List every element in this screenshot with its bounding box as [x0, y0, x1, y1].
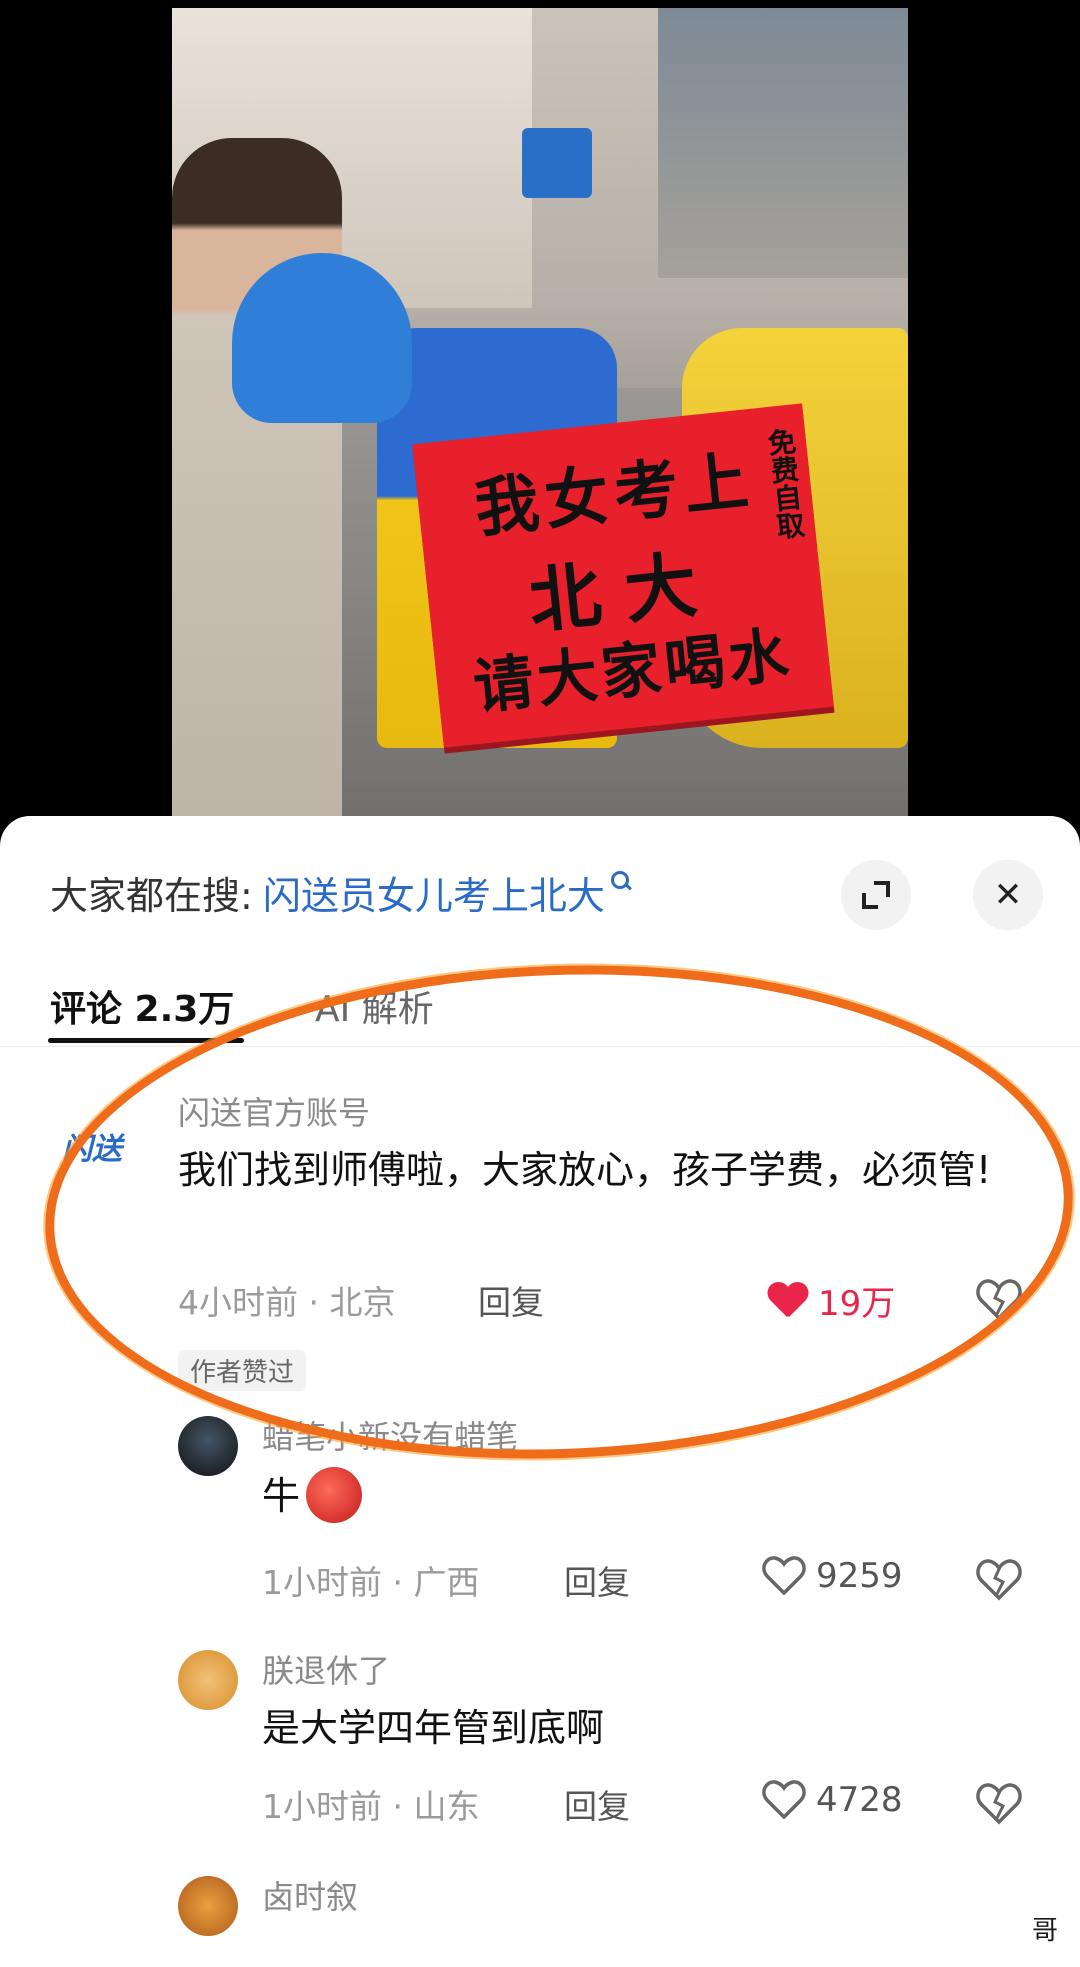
comment-time-location: 4小时前 · 北京: [178, 1283, 396, 1322]
comment-text: 牛: [262, 1466, 363, 1527]
background-building-right: [658, 8, 908, 278]
like-button[interactable]: 4728: [762, 1780, 903, 1820]
like-count: 4728: [816, 1780, 903, 1820]
like-count: 19万: [818, 1284, 896, 1324]
tab-bar: 评论 2.3万 AI 解析: [0, 966, 1080, 1047]
search-prefix: 大家都在搜:: [50, 873, 253, 918]
close-icon: ✕: [993, 875, 1023, 915]
tab-comments[interactable]: 评论 2.3万: [50, 980, 234, 1032]
avatar[interactable]: 闪送: [62, 1126, 158, 1166]
search-term-link[interactable]: 闪送员女儿考上北大: [263, 865, 605, 920]
reply-button[interactable]: 回复: [564, 1556, 630, 1604]
heart-icon: [762, 1556, 806, 1596]
comment-username[interactable]: 卤时叙: [262, 1872, 358, 1918]
courier-helmet: [232, 253, 412, 423]
comment-text: 我们找到师傅啦，大家放心，孩子学费，必须管!: [178, 1148, 992, 1192]
avatar[interactable]: [178, 1876, 238, 1936]
expand-icon: [862, 881, 890, 909]
expand-button[interactable]: [841, 860, 911, 930]
video-frame[interactable]: 我女考上 北大 请大家喝水 免费自取: [172, 8, 908, 848]
active-tab-indicator: [48, 1038, 244, 1043]
comment-time-location: 1小时前 · 广西: [262, 1563, 480, 1602]
heart-icon: [768, 1283, 808, 1319]
comment-time-location: 1小时前 · 山东: [262, 1787, 480, 1826]
like-button[interactable]: 19万: [768, 1276, 895, 1325]
comment-username[interactable]: 蜡笔小新没有蜡笔: [262, 1412, 518, 1458]
reply-button[interactable]: 回复: [564, 1780, 630, 1828]
reply-button[interactable]: 回复: [478, 1276, 544, 1324]
delivery-box-sign: 我女考上 北大 请大家喝水 免费自取: [412, 403, 834, 748]
like-count: 9259: [816, 1556, 903, 1596]
heart-icon: [762, 1780, 806, 1820]
brand-logo: 闪送: [62, 1132, 122, 1166]
search-suggestion[interactable]: 大家都在搜: 闪送员女儿考上北大: [50, 862, 632, 922]
dislike-icon[interactable]: [976, 1782, 1022, 1826]
search-icon: [609, 869, 632, 895]
comment-username[interactable]: 闪送官方账号: [178, 1088, 370, 1134]
comment-username[interactable]: 朕退休了: [262, 1646, 390, 1692]
bystander: [172, 138, 342, 848]
watermark: 哥: [1031, 1916, 1058, 1946]
close-button[interactable]: ✕: [973, 860, 1043, 930]
author-liked-badge: 作者赞过: [178, 1350, 307, 1391]
comment-text: 是大学四年管到底啊: [262, 1706, 605, 1750]
comment-text-content: 牛: [262, 1474, 301, 1518]
dislike-icon[interactable]: [976, 1278, 1022, 1322]
bank-sign: [522, 128, 592, 198]
avatar[interactable]: [178, 1416, 238, 1476]
dislike-icon[interactable]: [976, 1558, 1022, 1602]
avatar[interactable]: [178, 1650, 238, 1710]
basketball-emoji-icon: [306, 1466, 363, 1523]
tab-ai-analysis[interactable]: AI 解析: [315, 980, 434, 1032]
like-button[interactable]: 9259: [762, 1556, 903, 1596]
comment-sheet: 大家都在搜: 闪送员女儿考上北大 ✕ 评论 2.3万 AI 解析 闪送 闪送官方…: [0, 816, 1080, 1967]
